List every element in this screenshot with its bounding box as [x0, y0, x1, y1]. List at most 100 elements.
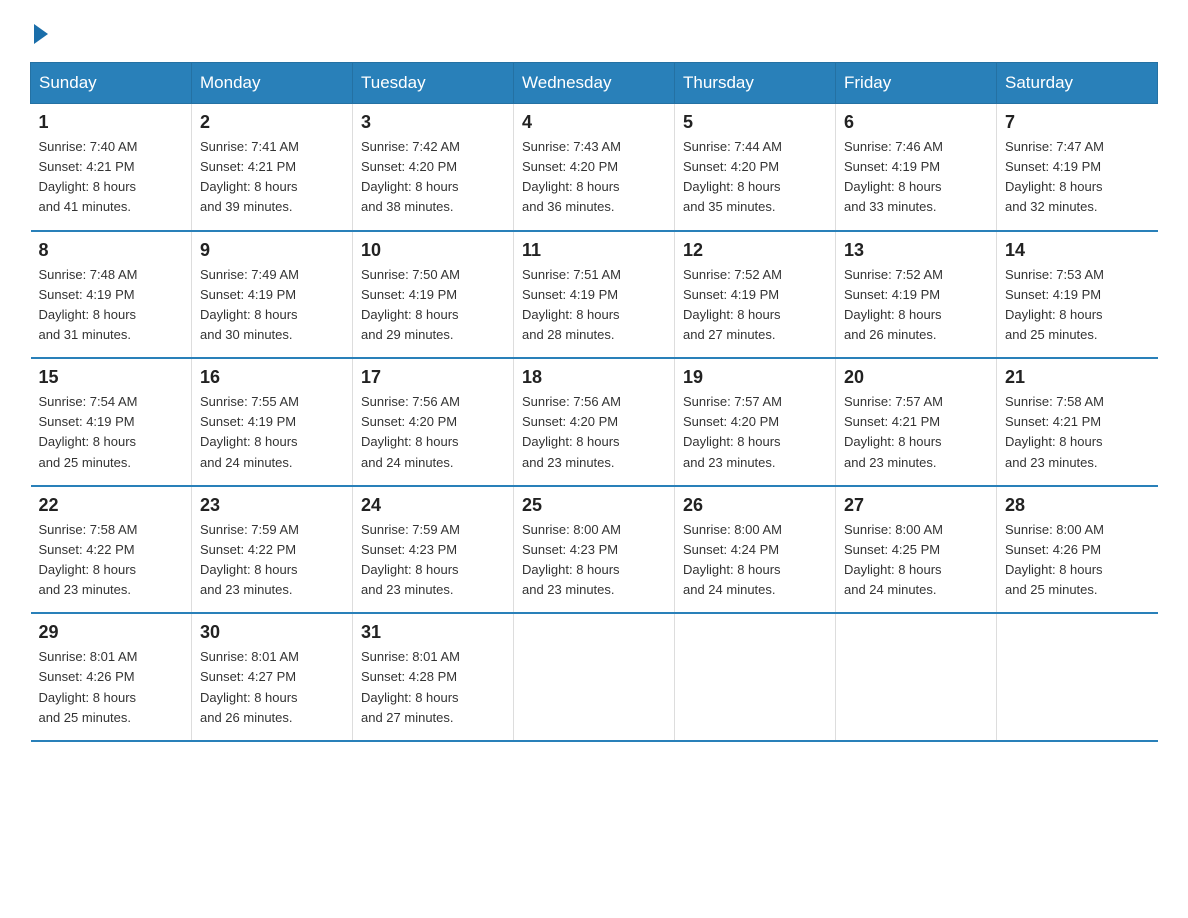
day-info: Sunrise: 7:53 AMSunset: 4:19 PMDaylight:… [1005, 267, 1104, 342]
calendar-cell: 23 Sunrise: 7:59 AMSunset: 4:22 PMDaylig… [192, 486, 353, 614]
calendar-week-row: 8 Sunrise: 7:48 AMSunset: 4:19 PMDayligh… [31, 231, 1158, 359]
col-header-sunday: Sunday [31, 63, 192, 104]
day-info: Sunrise: 8:01 AMSunset: 4:28 PMDaylight:… [361, 649, 460, 724]
calendar-table: SundayMondayTuesdayWednesdayThursdayFrid… [30, 62, 1158, 742]
calendar-cell: 4 Sunrise: 7:43 AMSunset: 4:20 PMDayligh… [514, 104, 675, 231]
day-number: 13 [844, 240, 988, 261]
calendar-cell [836, 613, 997, 741]
day-info: Sunrise: 7:56 AMSunset: 4:20 PMDaylight:… [522, 394, 621, 469]
day-info: Sunrise: 7:56 AMSunset: 4:20 PMDaylight:… [361, 394, 460, 469]
day-info: Sunrise: 8:00 AMSunset: 4:24 PMDaylight:… [683, 522, 782, 597]
day-info: Sunrise: 7:59 AMSunset: 4:22 PMDaylight:… [200, 522, 299, 597]
day-number: 14 [1005, 240, 1150, 261]
calendar-cell: 7 Sunrise: 7:47 AMSunset: 4:19 PMDayligh… [997, 104, 1158, 231]
col-header-thursday: Thursday [675, 63, 836, 104]
day-number: 1 [39, 112, 184, 133]
day-info: Sunrise: 7:48 AMSunset: 4:19 PMDaylight:… [39, 267, 138, 342]
day-number: 24 [361, 495, 505, 516]
day-number: 12 [683, 240, 827, 261]
day-number: 18 [522, 367, 666, 388]
day-info: Sunrise: 7:44 AMSunset: 4:20 PMDaylight:… [683, 139, 782, 214]
day-info: Sunrise: 8:01 AMSunset: 4:27 PMDaylight:… [200, 649, 299, 724]
day-number: 21 [1005, 367, 1150, 388]
calendar-cell: 15 Sunrise: 7:54 AMSunset: 4:19 PMDaylig… [31, 358, 192, 486]
day-number: 26 [683, 495, 827, 516]
day-info: Sunrise: 7:42 AMSunset: 4:20 PMDaylight:… [361, 139, 460, 214]
day-info: Sunrise: 8:00 AMSunset: 4:23 PMDaylight:… [522, 522, 621, 597]
day-info: Sunrise: 7:52 AMSunset: 4:19 PMDaylight:… [683, 267, 782, 342]
calendar-week-row: 1 Sunrise: 7:40 AMSunset: 4:21 PMDayligh… [31, 104, 1158, 231]
day-info: Sunrise: 7:54 AMSunset: 4:19 PMDaylight:… [39, 394, 138, 469]
day-number: 19 [683, 367, 827, 388]
day-number: 15 [39, 367, 184, 388]
day-number: 11 [522, 240, 666, 261]
day-number: 9 [200, 240, 344, 261]
calendar-cell: 28 Sunrise: 8:00 AMSunset: 4:26 PMDaylig… [997, 486, 1158, 614]
calendar-cell: 9 Sunrise: 7:49 AMSunset: 4:19 PMDayligh… [192, 231, 353, 359]
calendar-cell: 17 Sunrise: 7:56 AMSunset: 4:20 PMDaylig… [353, 358, 514, 486]
day-info: Sunrise: 8:00 AMSunset: 4:25 PMDaylight:… [844, 522, 943, 597]
day-number: 29 [39, 622, 184, 643]
calendar-cell: 8 Sunrise: 7:48 AMSunset: 4:19 PMDayligh… [31, 231, 192, 359]
calendar-cell: 1 Sunrise: 7:40 AMSunset: 4:21 PMDayligh… [31, 104, 192, 231]
calendar-cell: 3 Sunrise: 7:42 AMSunset: 4:20 PMDayligh… [353, 104, 514, 231]
page-header [30, 20, 1158, 44]
day-info: Sunrise: 8:01 AMSunset: 4:26 PMDaylight:… [39, 649, 138, 724]
day-number: 31 [361, 622, 505, 643]
calendar-cell: 5 Sunrise: 7:44 AMSunset: 4:20 PMDayligh… [675, 104, 836, 231]
day-info: Sunrise: 7:55 AMSunset: 4:19 PMDaylight:… [200, 394, 299, 469]
calendar-cell: 24 Sunrise: 7:59 AMSunset: 4:23 PMDaylig… [353, 486, 514, 614]
logo-arrow-icon [34, 24, 48, 44]
day-info: Sunrise: 7:57 AMSunset: 4:20 PMDaylight:… [683, 394, 782, 469]
calendar-cell: 27 Sunrise: 8:00 AMSunset: 4:25 PMDaylig… [836, 486, 997, 614]
calendar-cell [514, 613, 675, 741]
day-number: 27 [844, 495, 988, 516]
day-info: Sunrise: 7:40 AMSunset: 4:21 PMDaylight:… [39, 139, 138, 214]
calendar-week-row: 22 Sunrise: 7:58 AMSunset: 4:22 PMDaylig… [31, 486, 1158, 614]
calendar-cell: 29 Sunrise: 8:01 AMSunset: 4:26 PMDaylig… [31, 613, 192, 741]
calendar-cell: 31 Sunrise: 8:01 AMSunset: 4:28 PMDaylig… [353, 613, 514, 741]
calendar-cell [997, 613, 1158, 741]
calendar-cell: 10 Sunrise: 7:50 AMSunset: 4:19 PMDaylig… [353, 231, 514, 359]
day-number: 22 [39, 495, 184, 516]
day-info: Sunrise: 7:57 AMSunset: 4:21 PMDaylight:… [844, 394, 943, 469]
day-number: 25 [522, 495, 666, 516]
calendar-cell: 18 Sunrise: 7:56 AMSunset: 4:20 PMDaylig… [514, 358, 675, 486]
calendar-cell: 11 Sunrise: 7:51 AMSunset: 4:19 PMDaylig… [514, 231, 675, 359]
day-number: 30 [200, 622, 344, 643]
calendar-cell: 19 Sunrise: 7:57 AMSunset: 4:20 PMDaylig… [675, 358, 836, 486]
day-number: 8 [39, 240, 184, 261]
col-header-saturday: Saturday [997, 63, 1158, 104]
day-number: 3 [361, 112, 505, 133]
day-info: Sunrise: 7:58 AMSunset: 4:21 PMDaylight:… [1005, 394, 1104, 469]
day-number: 4 [522, 112, 666, 133]
col-header-wednesday: Wednesday [514, 63, 675, 104]
calendar-cell: 13 Sunrise: 7:52 AMSunset: 4:19 PMDaylig… [836, 231, 997, 359]
day-info: Sunrise: 8:00 AMSunset: 4:26 PMDaylight:… [1005, 522, 1104, 597]
calendar-cell: 26 Sunrise: 8:00 AMSunset: 4:24 PMDaylig… [675, 486, 836, 614]
calendar-week-row: 29 Sunrise: 8:01 AMSunset: 4:26 PMDaylig… [31, 613, 1158, 741]
calendar-cell: 6 Sunrise: 7:46 AMSunset: 4:19 PMDayligh… [836, 104, 997, 231]
day-number: 2 [200, 112, 344, 133]
day-info: Sunrise: 7:46 AMSunset: 4:19 PMDaylight:… [844, 139, 943, 214]
calendar-cell: 25 Sunrise: 8:00 AMSunset: 4:23 PMDaylig… [514, 486, 675, 614]
calendar-cell: 30 Sunrise: 8:01 AMSunset: 4:27 PMDaylig… [192, 613, 353, 741]
calendar-cell: 14 Sunrise: 7:53 AMSunset: 4:19 PMDaylig… [997, 231, 1158, 359]
day-number: 20 [844, 367, 988, 388]
day-number: 6 [844, 112, 988, 133]
day-info: Sunrise: 7:49 AMSunset: 4:19 PMDaylight:… [200, 267, 299, 342]
day-number: 7 [1005, 112, 1150, 133]
day-info: Sunrise: 7:59 AMSunset: 4:23 PMDaylight:… [361, 522, 460, 597]
day-number: 28 [1005, 495, 1150, 516]
calendar-cell: 16 Sunrise: 7:55 AMSunset: 4:19 PMDaylig… [192, 358, 353, 486]
day-number: 5 [683, 112, 827, 133]
day-number: 16 [200, 367, 344, 388]
day-info: Sunrise: 7:47 AMSunset: 4:19 PMDaylight:… [1005, 139, 1104, 214]
calendar-cell [675, 613, 836, 741]
calendar-cell: 21 Sunrise: 7:58 AMSunset: 4:21 PMDaylig… [997, 358, 1158, 486]
day-number: 10 [361, 240, 505, 261]
day-number: 17 [361, 367, 505, 388]
calendar-cell: 2 Sunrise: 7:41 AMSunset: 4:21 PMDayligh… [192, 104, 353, 231]
calendar-cell: 12 Sunrise: 7:52 AMSunset: 4:19 PMDaylig… [675, 231, 836, 359]
day-info: Sunrise: 7:41 AMSunset: 4:21 PMDaylight:… [200, 139, 299, 214]
